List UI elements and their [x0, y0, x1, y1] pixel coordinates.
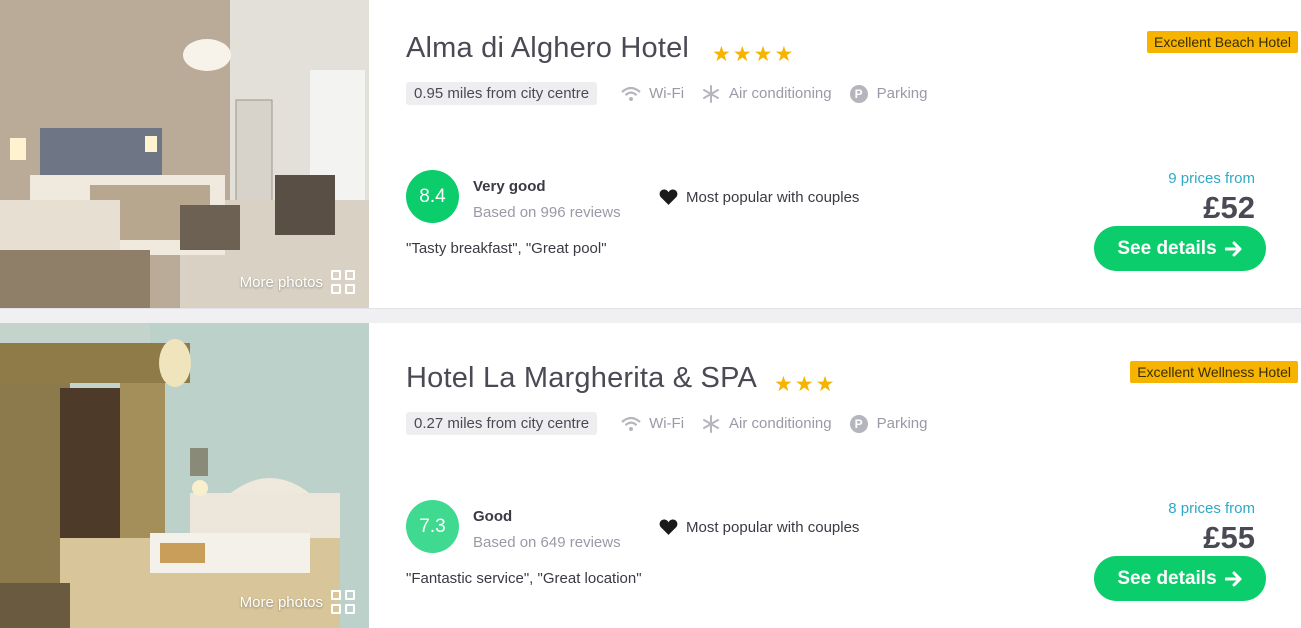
- popular-with: Most popular with couples: [659, 188, 859, 206]
- rating-label: Good: [473, 508, 513, 525]
- more-photos-label: More photos: [239, 273, 323, 291]
- prices-from-link[interactable]: 9 prices from: [1168, 170, 1255, 187]
- review-count[interactable]: Based on 996 reviews: [473, 204, 621, 221]
- amenities-row: 0.27 miles from city centre Wi-Fi Air co…: [406, 412, 944, 435]
- prices-from-link[interactable]: 8 prices from: [1168, 500, 1255, 517]
- amenity-air-conditioning: Air conditioning: [701, 84, 832, 104]
- see-details-button[interactable]: See details: [1094, 226, 1266, 271]
- hotel-room-image: [0, 0, 369, 308]
- heart-icon: [659, 189, 678, 205]
- review-score: 7.3: [406, 500, 459, 553]
- amenity-label: Air conditioning: [729, 415, 832, 432]
- hotel-room-image: [0, 323, 369, 628]
- button-label: See details: [1117, 567, 1217, 589]
- star-rating: ★★★: [774, 373, 837, 396]
- review-quotes: "Tasty breakfast", "Great pool": [406, 240, 607, 257]
- amenity-parking: P Parking: [849, 84, 928, 104]
- price: £52: [1203, 190, 1255, 225]
- wifi-icon: [621, 414, 641, 434]
- card-separator: [0, 309, 1301, 323]
- arrow-right-icon: [1224, 571, 1242, 586]
- button-label: See details: [1117, 237, 1217, 259]
- distance-label: 0.95 miles from city centre: [406, 82, 598, 105]
- grid-icon: [331, 590, 355, 614]
- amenity-air-conditioning: Air conditioning: [701, 414, 832, 434]
- wifi-icon: [621, 84, 641, 104]
- heart-icon: [659, 519, 678, 535]
- review-count[interactable]: Based on 649 reviews: [473, 534, 621, 551]
- parking-icon: P: [849, 414, 869, 434]
- hotel-card[interactable]: More photos Alma di Alghero Hotel ★★★★ E…: [0, 0, 1301, 309]
- rating-label: Very good: [473, 178, 546, 195]
- more-photos-label: More photos: [239, 593, 323, 611]
- amenity-parking: P Parking: [849, 414, 928, 434]
- more-photos-link[interactable]: More photos: [240, 590, 355, 614]
- parking-icon: P: [849, 84, 869, 104]
- hotel-photo[interactable]: More photos: [0, 0, 369, 308]
- see-details-button[interactable]: See details: [1094, 556, 1266, 601]
- snowflake-icon: [701, 414, 721, 434]
- hotel-type-badge: Excellent Wellness Hotel: [1130, 361, 1298, 383]
- amenity-wifi: Wi-Fi: [621, 84, 684, 104]
- arrow-right-icon: [1224, 241, 1242, 256]
- more-photos-link[interactable]: More photos: [240, 270, 355, 294]
- amenity-wifi: Wi-Fi: [621, 414, 684, 434]
- popular-label: Most popular with couples: [686, 518, 860, 536]
- hotel-type-badge: Excellent Beach Hotel: [1147, 31, 1298, 53]
- price: £55: [1203, 520, 1255, 555]
- popular-label: Most popular with couples: [686, 188, 860, 206]
- amenity-label: Air conditioning: [729, 85, 832, 102]
- grid-icon: [331, 270, 355, 294]
- amenity-label: Wi-Fi: [649, 415, 685, 432]
- hotel-photo[interactable]: More photos: [0, 323, 369, 628]
- snowflake-icon: [701, 84, 721, 104]
- hotel-card[interactable]: More photos Hotel La Margherita & SPA ★★…: [0, 323, 1301, 628]
- distance-label: 0.27 miles from city centre: [406, 412, 598, 435]
- star-rating: ★★★★: [712, 43, 796, 66]
- hotel-name[interactable]: Hotel La Margherita & SPA: [406, 362, 757, 395]
- amenities-row: 0.95 miles from city centre Wi-Fi Air co…: [406, 82, 944, 105]
- amenity-label: Wi-Fi: [649, 85, 685, 102]
- popular-with: Most popular with couples: [659, 518, 859, 536]
- review-score: 8.4: [406, 170, 459, 223]
- amenity-label: Parking: [876, 85, 928, 102]
- amenity-label: Parking: [876, 415, 928, 432]
- hotel-name[interactable]: Alma di Alghero Hotel: [406, 32, 689, 65]
- review-quotes: "Fantastic service", "Great location": [406, 570, 642, 587]
